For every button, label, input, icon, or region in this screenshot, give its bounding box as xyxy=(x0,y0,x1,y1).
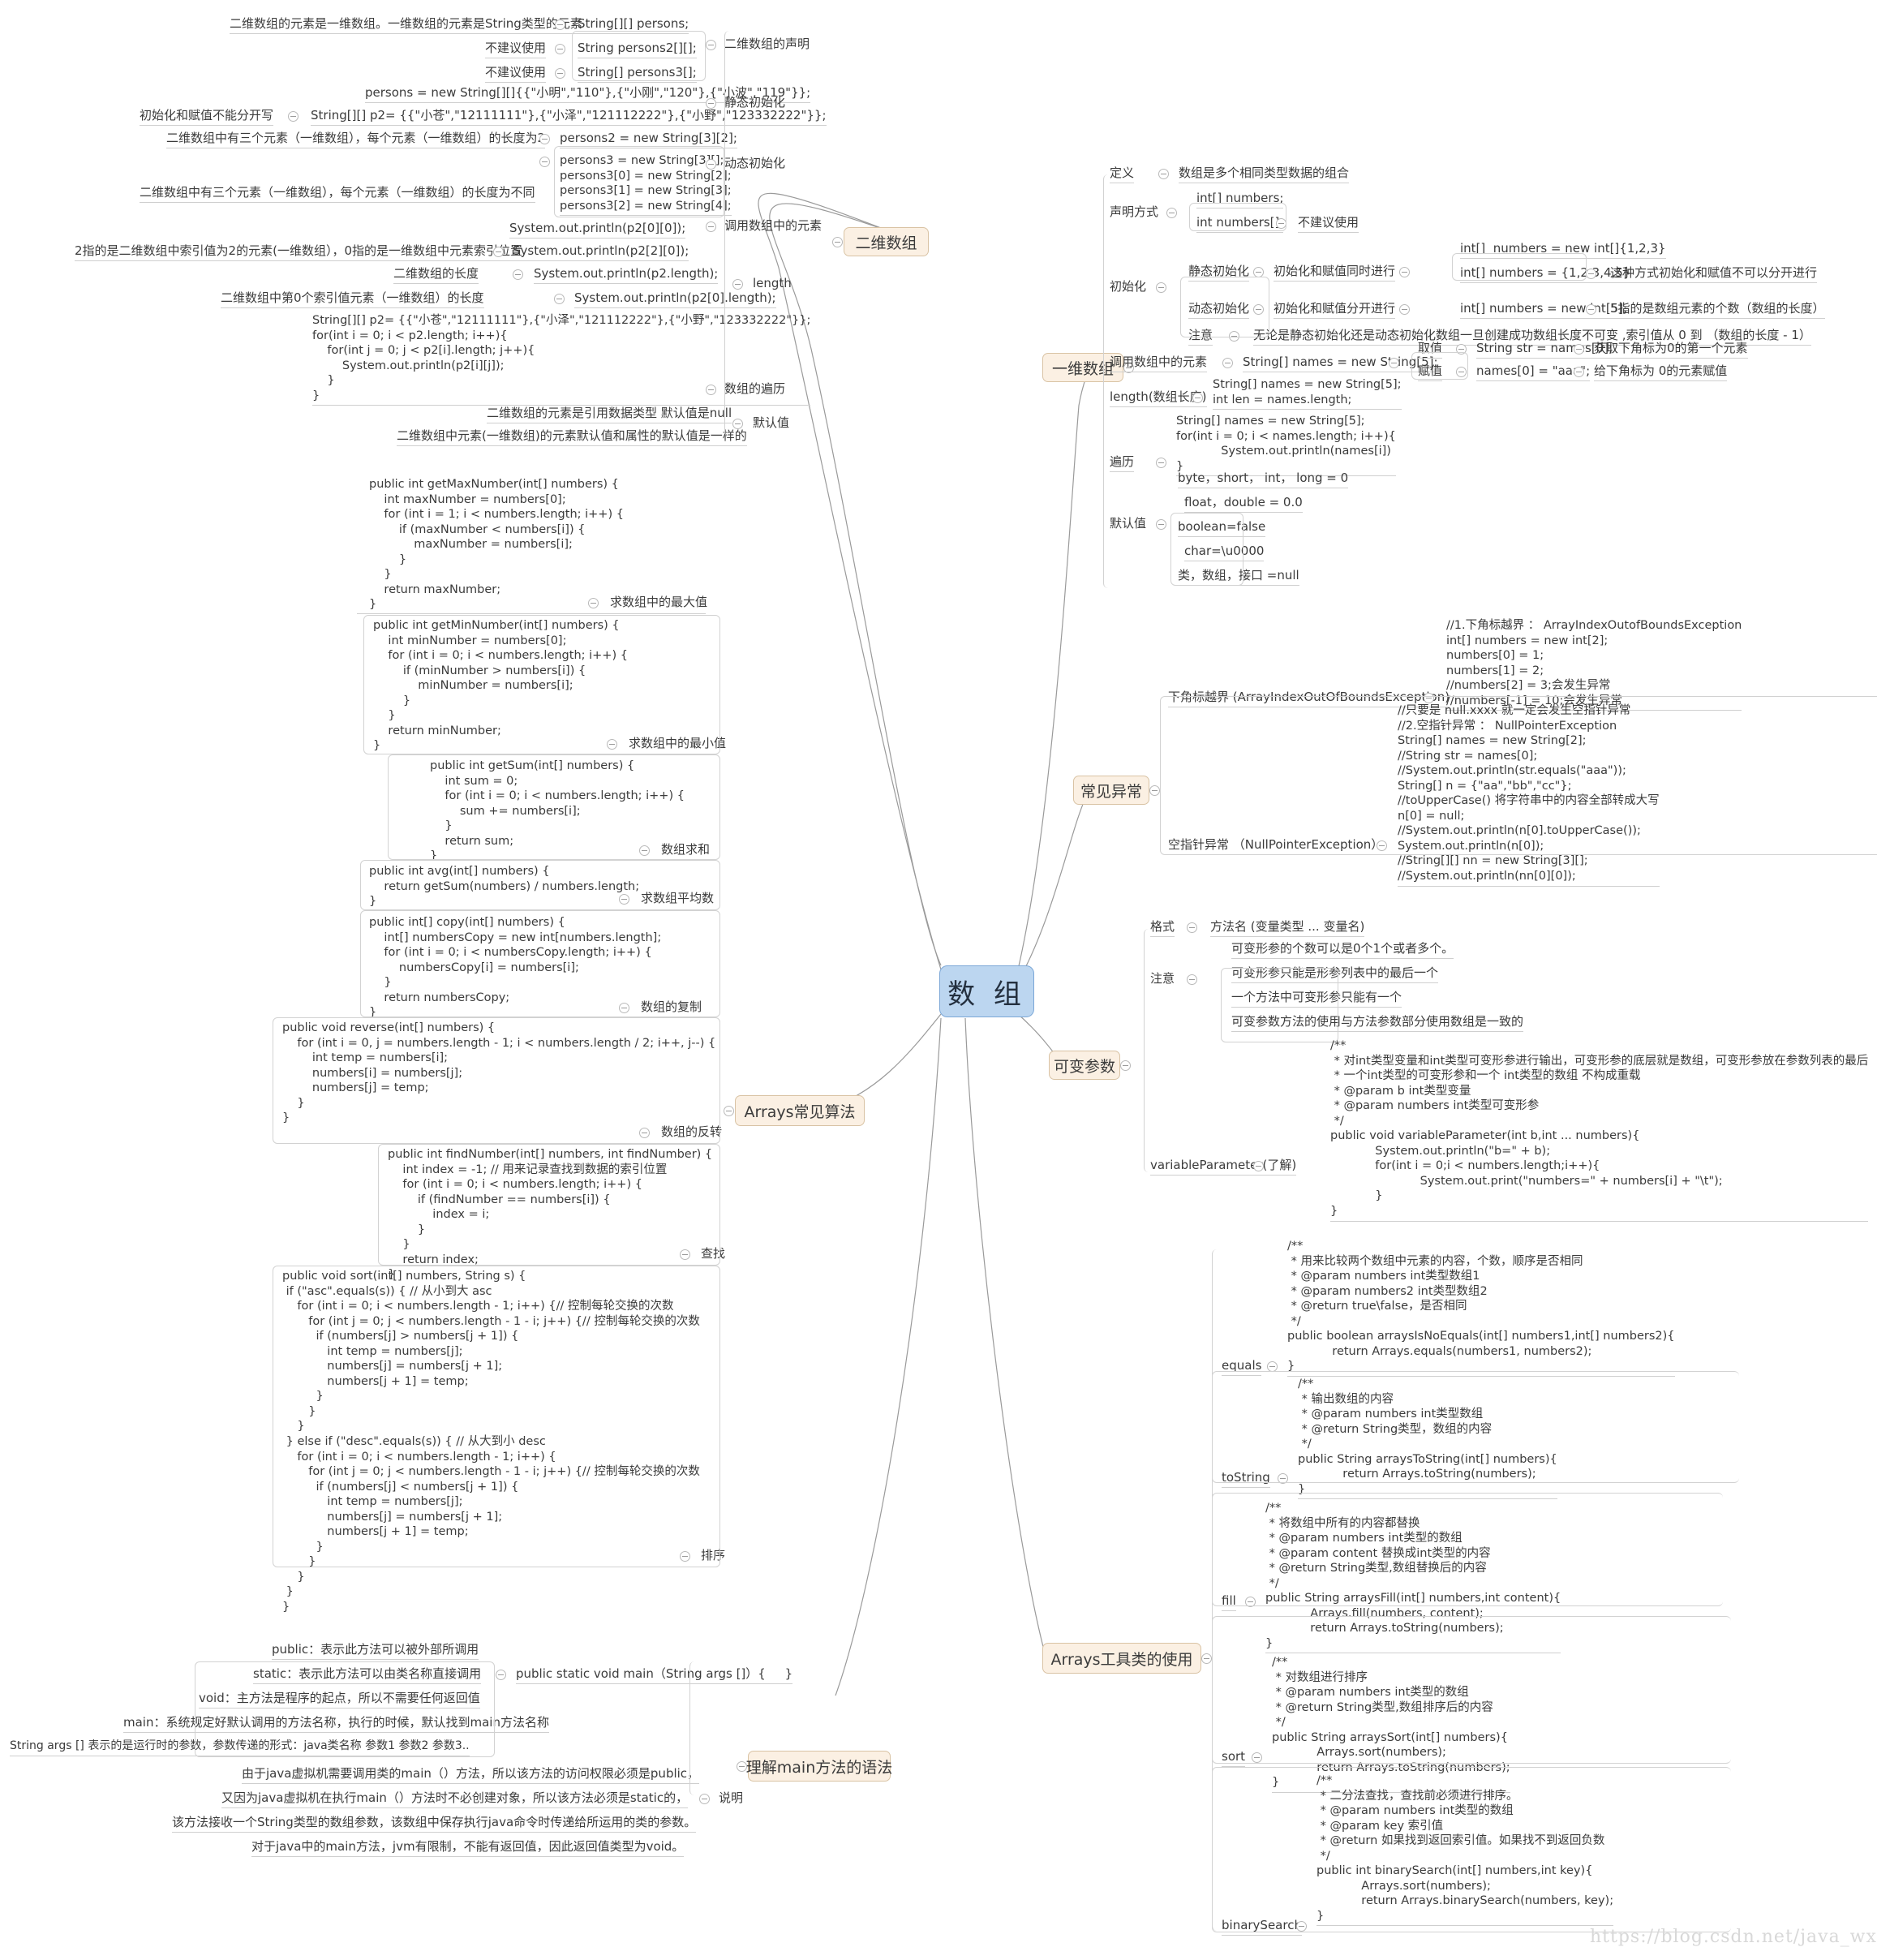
collapse-icon-1d-dyn-item[interactable] xyxy=(1399,304,1410,315)
two-d-dyn-desc-0: 二维数组中有三个元素（一维数组），每个元素（一维数组）的长度为2 xyxy=(166,131,546,149)
arrays-util-subtree-frame xyxy=(1212,1249,1309,1931)
one-d-dynamic-item-0-desc: 5指的是数组元素的个数（数组的长度） xyxy=(1610,301,1825,320)
watermark: https://blog.csdn.net/java_wxid xyxy=(1590,1927,1877,1947)
algo-avg-frame xyxy=(360,860,720,910)
algo-copy-frame xyxy=(360,910,720,1017)
one-d-call-item-0-code: String str = names[0]; xyxy=(1476,341,1613,359)
one-d-static-frame xyxy=(1452,253,1587,281)
arrays-equals-code: /** * 用来比较两个数组中元素的内容，个数，顺序是否相同 * @param … xyxy=(1287,1239,1675,1377)
two-d-decl-desc-1: 不建议使用 xyxy=(485,41,547,59)
collapse-icon-1d-call[interactable] xyxy=(1222,358,1233,368)
algo-min-frame xyxy=(363,615,720,754)
varargs-subtree-frame xyxy=(1144,929,1233,1172)
collapse-icon-2d-decl-group[interactable] xyxy=(706,40,716,50)
two-d-call-code-1: System.out.println(p2[2][0]); xyxy=(513,243,689,262)
collapse-icon-var-example[interactable] xyxy=(1253,1161,1264,1171)
collapse-icon-2d-traverse[interactable] xyxy=(706,385,716,395)
algo-max-code: public int getMaxNumber(int[] numbers) {… xyxy=(369,478,624,612)
one-d-default-1: float，double = 0.0 xyxy=(1184,495,1303,514)
collapse-icon-1d-static-items[interactable] xyxy=(1399,267,1410,277)
collapse-icon-2d-call1[interactable] xyxy=(493,247,504,257)
one-d-traverse-code: String[] names = new String[5]; for(int … xyxy=(1176,414,1396,477)
main-explain-1: 又因为java虚拟机在执行main（）方法时不必创建对象，所以该方法必须是sta… xyxy=(221,1790,689,1809)
collapse-icon-exceptions[interactable] xyxy=(1149,785,1160,796)
collapse-icon-algo-max[interactable] xyxy=(588,598,599,608)
algo-find-frame xyxy=(378,1144,720,1266)
one-d-static-item-1-desc: 这种方式初始化和赋值不可以分开进行 xyxy=(1610,265,1818,284)
one-d-subtree-frame xyxy=(1103,174,1201,588)
main-part-0: public：表示此方法可以被外部所调用 xyxy=(272,1642,479,1661)
collapse-icon-2d-decl1[interactable] xyxy=(555,44,565,54)
two-d-decl-desc-2: 不建议使用 xyxy=(485,65,547,84)
main-explain-0: 由于java虚拟机需要调用类的main（）方法，所以该方法的访问权限必须是pub… xyxy=(242,1766,700,1785)
one-d-definition: 数组是多个相同类型数据的组合 xyxy=(1179,165,1350,184)
main-explain-frame xyxy=(689,1661,787,1795)
two-d-static-desc-1: 初始化和赋值不能分开写 xyxy=(140,108,274,127)
algo-sum-frame xyxy=(388,754,720,860)
divider-algo-max xyxy=(357,613,706,614)
two-d-decl-desc-0: 二维数组的元素是一维数组。一维数组的元素是String类型的元素 xyxy=(230,16,582,35)
two-d-length-desc-0: 二维数组的长度 xyxy=(393,266,479,285)
one-d-dynamic-item-0: int[] numbers = new int[5]; xyxy=(1460,301,1628,320)
root-node[interactable]: 数 组 xyxy=(939,965,1034,1017)
one-d-dynamic-desc: 初始化和赋值分开进行 xyxy=(1274,301,1396,320)
branch-varargs[interactable]: 可变参数 xyxy=(1049,1051,1120,1080)
main-explain-2: 该方法接收一个String类型的数组参数，该数组中保存执行java命令时传递给所… xyxy=(172,1815,697,1833)
one-d-declare-frame xyxy=(1189,203,1286,231)
branch-algorithms[interactable]: Arrays常见算法 xyxy=(735,1095,865,1126)
one-d-length-code: String[] names = new String[5]; int len … xyxy=(1213,377,1402,410)
one-d-call-item-0-desc: 获取下角标为0的第一个元素 xyxy=(1594,341,1748,359)
collapse-icon-varargs[interactable] xyxy=(1120,1060,1131,1071)
two-d-length-desc-1: 二维数组中第0个索引值元素（一维数组）的长度 xyxy=(221,290,484,309)
two-d-decl-frame xyxy=(572,31,706,81)
collapse-icon-2d-len0[interactable] xyxy=(513,269,523,280)
main-explain-3: 对于java中的main方法，jvm有限制，不能有返回值，因此返回值类型为voi… xyxy=(251,1839,685,1858)
branch-arrays-util[interactable]: Arrays工具类的使用 xyxy=(1042,1643,1201,1674)
collapse-icon-2d-dyn0[interactable] xyxy=(539,134,550,144)
two-d-default-1: 二维数组中元素(一维数组)的元素默认值和属性的默认值是一样的 xyxy=(397,428,747,447)
collapse-icon-main-sig[interactable] xyxy=(496,1670,506,1680)
algo-reverse-frame xyxy=(273,1017,720,1144)
varargs-format: 方法名 (变量类型 ... 变量名) xyxy=(1210,919,1365,938)
collapse-icon-2d-call-group[interactable] xyxy=(706,221,716,232)
mindmap-canvas: 数 组 二维数组 二维数组的元素是一维数组。一维数组的元素是String类型的元… xyxy=(0,0,1877,1960)
collapse-icon-2d-static-group[interactable] xyxy=(706,98,716,109)
one-d-call-code: String[] names = new String[5]; xyxy=(1243,355,1438,373)
collapse-icon-2d-dyn-group[interactable] xyxy=(706,159,716,170)
collapse-icon-1d-static-item1[interactable] xyxy=(1586,269,1596,279)
two-d-call-desc-1: 2指的是二维数组中索引值为2的元素(一维数组），0指的是一维数组中元素索引位置 xyxy=(75,243,522,262)
collapse-icon-two-d[interactable] xyxy=(832,237,843,247)
collapse-icon-2d-len1[interactable] xyxy=(554,294,565,304)
one-d-call-frame xyxy=(1411,352,1468,380)
two-d-subtree-frame xyxy=(724,31,830,436)
varargs-note-0: 可变形参的个数可以是0个1个或者多个。 xyxy=(1231,941,1454,960)
algo-sort-frame xyxy=(273,1266,720,1567)
main-parts-frame xyxy=(195,1661,495,1757)
collapse-icon-1d-dyn-item-desc[interactable] xyxy=(1586,304,1596,315)
one-d-call-item-1-desc: 给下角标为 0的元素赋值 xyxy=(1594,363,1728,382)
two-d-dyn-frame xyxy=(554,146,724,217)
collapse-icon-1d-call-items[interactable] xyxy=(1389,358,1399,368)
one-d-static-desc: 初始化和赋值同时进行 xyxy=(1274,264,1396,282)
collapse-icon-algorithms[interactable] xyxy=(724,1106,734,1116)
algo-max-label: 求数组中的最大值 xyxy=(610,595,708,609)
branch-exceptions[interactable]: 常见异常 xyxy=(1073,776,1149,805)
collapse-icon-2d-dyn1[interactable] xyxy=(539,157,550,167)
collapse-icon-1d-call-item1d[interactable] xyxy=(1574,367,1584,377)
collapse-icon-1d-call-item0d[interactable] xyxy=(1574,344,1584,355)
branch-two-d-array[interactable]: 二维数组 xyxy=(844,227,929,256)
one-d-declare-desc-1: 不建议使用 xyxy=(1298,215,1359,234)
collapse-icon-2d-decl0[interactable] xyxy=(555,19,565,30)
collapse-icon-2d-decl2[interactable] xyxy=(555,68,565,79)
one-d-default-0: byte，short， int， long = 0 xyxy=(1178,471,1349,489)
collapse-icon-arrays-util[interactable] xyxy=(1201,1653,1212,1664)
two-d-dyn-desc-1: 二维数组中有三个元素（一维数组），每个元素（一维数组）的长度为不同 xyxy=(140,185,535,204)
varargs-note-frame xyxy=(1221,968,1338,1042)
varargs-example-code: /** * 对int类型变量和int类型可变形参进行输出，可变形参的底层就是数组… xyxy=(1330,1038,1869,1222)
two-d-default-0: 二维数组的元素是引用数据类型 默认值是null xyxy=(487,406,732,424)
exception-null-frame xyxy=(1160,696,1877,855)
two-d-call-code-0: System.out.println(p2[0][0]); xyxy=(509,221,686,239)
collapse-icon-2d-static1[interactable] xyxy=(288,111,299,122)
two-d-length-code-0: System.out.println(p2.length); xyxy=(534,266,719,285)
